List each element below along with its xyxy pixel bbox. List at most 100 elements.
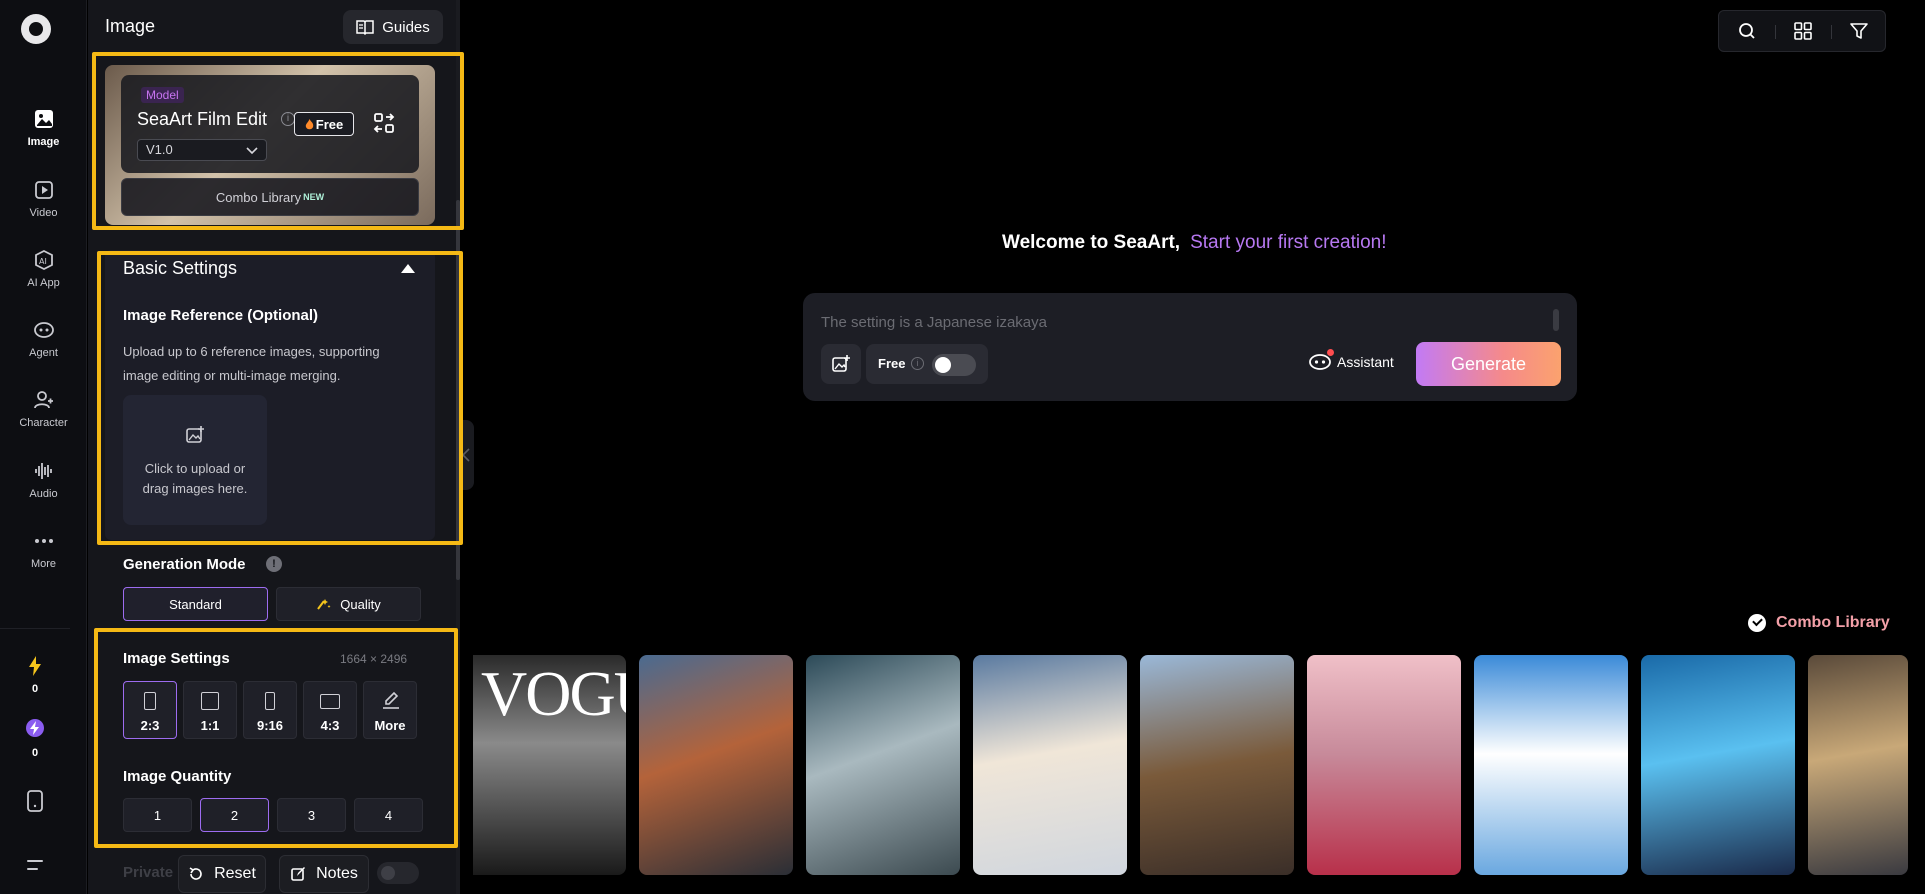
- edit-ratio-icon: [383, 691, 399, 709]
- filter-icon[interactable]: [1849, 21, 1869, 41]
- free-badge-label: Free: [315, 116, 344, 132]
- panel-title: Image: [105, 16, 156, 36]
- gallery-image-vogue[interactable]: VOGU: [473, 655, 626, 875]
- gallery-image-armored-elf[interactable]: [1808, 655, 1908, 875]
- seaart-logo-icon[interactable]: [21, 14, 51, 44]
- version-select[interactable]: V1.0: [137, 139, 267, 161]
- gallery-image-blue-catgirl[interactable]: [1641, 655, 1795, 875]
- ratio-label: 4:3: [320, 718, 340, 733]
- basic-settings-title[interactable]: Basic Settings: [123, 258, 237, 279]
- model-selector[interactable]: Model SeaArt Film Edit i Free V1.0: [121, 75, 419, 173]
- free-mode-toggle[interactable]: [932, 354, 976, 376]
- image-dimensions: 1664 × 2496: [340, 652, 408, 666]
- panel-collapse-handle[interactable]: [460, 420, 474, 490]
- rail-item-video[interactable]: Video: [0, 179, 87, 219]
- add-image-button[interactable]: [821, 344, 861, 384]
- top-toolbar: [1718, 10, 1886, 52]
- grid-view-icon[interactable]: [1793, 21, 1813, 41]
- mode-quality-button[interactable]: Quality: [276, 587, 421, 621]
- ratio-label: 1:1: [200, 718, 220, 733]
- quantity-4-button[interactable]: 4: [354, 798, 423, 832]
- rail-item-more[interactable]: More: [0, 530, 87, 570]
- version-value: V1.0: [146, 142, 173, 157]
- ratio-portrait-icon: [144, 692, 156, 710]
- rail-item-ai-app[interactable]: AI AI App: [0, 249, 87, 289]
- free-mode-control: Free i: [866, 344, 988, 384]
- prompt-scrollbar[interactable]: [1553, 309, 1559, 331]
- agent-icon: [33, 322, 54, 338]
- ratio-2-3-button[interactable]: 2:3: [123, 681, 177, 739]
- gallery-image-text: VOGU: [481, 658, 626, 729]
- private-toggle[interactable]: [377, 862, 419, 884]
- notes-button[interactable]: Notes: [279, 855, 369, 893]
- rail-item-label: Agent: [29, 347, 58, 359]
- free-badge: Free: [294, 112, 354, 136]
- svg-text:AI: AI: [39, 257, 47, 266]
- new-badge: NEW: [303, 192, 325, 202]
- rail-item-audio[interactable]: Audio: [0, 460, 87, 500]
- energy-icon: [26, 719, 44, 737]
- panel-scrollbar-thumb[interactable]: [456, 200, 460, 580]
- rail-item-character[interactable]: Character: [0, 389, 87, 429]
- mode-standard-button[interactable]: Standard: [123, 587, 268, 621]
- fire-icon: [305, 118, 313, 129]
- private-label: Private: [123, 864, 174, 881]
- toolbar-divider: [1775, 25, 1776, 39]
- mobile-app-icon[interactable]: [26, 790, 44, 812]
- notes-icon: [291, 867, 306, 881]
- gallery-image-cloud-girl[interactable]: [1474, 655, 1628, 875]
- assistant-notification-dot: [1327, 349, 1334, 356]
- quantity-3-button[interactable]: 3: [277, 798, 346, 832]
- ratio-9-16-button[interactable]: 9:16: [243, 681, 297, 739]
- rail-item-image[interactable]: Image: [0, 108, 87, 148]
- check-circle-icon: [1748, 614, 1766, 632]
- menu-icon[interactable]: [26, 858, 44, 872]
- rail-item-agent[interactable]: Agent: [0, 319, 87, 359]
- prompt-input[interactable]: [821, 311, 1541, 333]
- ratio-label: 2:3: [140, 718, 160, 733]
- quantity-1-button[interactable]: 1: [123, 798, 192, 832]
- ratio-4-3-button[interactable]: 4:3: [303, 681, 357, 739]
- basic-settings-section: Basic Settings Image Reference (Optional…: [105, 250, 435, 540]
- gallery-image-ice-portrait[interactable]: [806, 655, 960, 875]
- generation-mode-info-icon[interactable]: !: [266, 556, 282, 572]
- combo-library-button[interactable]: Combo Library NEW: [121, 178, 419, 216]
- reset-button[interactable]: Reset: [178, 855, 266, 893]
- rail-item-label: More: [30, 558, 57, 570]
- mode-quality-label: Quality: [340, 596, 381, 612]
- prompt-box: Free i Assistant Generate: [803, 293, 1577, 401]
- image-settings-title: Image Settings: [123, 650, 230, 667]
- gallery-image-airship-castle[interactable]: [1140, 655, 1294, 875]
- quantity-2-button[interactable]: 2: [200, 798, 269, 832]
- chevron-left-icon: [461, 448, 470, 462]
- quality-sparkle-icon: [317, 599, 331, 610]
- free-info-icon[interactable]: i: [911, 357, 924, 370]
- reset-label: Reset: [214, 865, 256, 882]
- assistant-button[interactable]: Assistant: [1309, 349, 1394, 371]
- generate-button[interactable]: Generate: [1416, 342, 1561, 386]
- search-icon[interactable]: [1737, 21, 1757, 41]
- welcome-accent-text: Start your first creation!: [1190, 232, 1387, 253]
- left-rail: Image Video AI AI App Agent Character Au…: [0, 0, 87, 894]
- collapse-caret-icon[interactable]: [401, 264, 415, 273]
- lightning-icon: [29, 656, 41, 676]
- gallery-image-redhead-scarf[interactable]: [639, 655, 793, 875]
- model-name: SeaArt Film Edit: [137, 109, 268, 129]
- model-info-icon[interactable]: i: [281, 112, 295, 126]
- guides-button[interactable]: Guides: [343, 10, 443, 44]
- settings-panel: Image Guides Model SeaArt Film Edit i Fr…: [88, 0, 460, 894]
- model-card: Model SeaArt Film Edit i Free V1.0 Combo…: [105, 65, 435, 225]
- image-icon: [34, 110, 53, 128]
- swap-model-icon[interactable]: [373, 112, 395, 134]
- gallery-image-red-car[interactable]: [1307, 655, 1461, 875]
- welcome-text: Welcome to SeaArt,: [1002, 232, 1181, 253]
- ratio-tall-icon: [265, 692, 275, 710]
- image-upload-dropzone[interactable]: Click to upload or drag images here.: [123, 395, 267, 525]
- gallery-image-skier[interactable]: [973, 655, 1127, 875]
- ratio-more-button[interactable]: More: [363, 681, 417, 739]
- guides-label: Guides: [382, 18, 430, 36]
- more-icon: [34, 539, 53, 543]
- image-quantity-title: Image Quantity: [123, 768, 232, 785]
- ratio-1-1-button[interactable]: 1:1: [183, 681, 237, 739]
- combo-library-link[interactable]: Combo Library: [1748, 614, 1890, 632]
